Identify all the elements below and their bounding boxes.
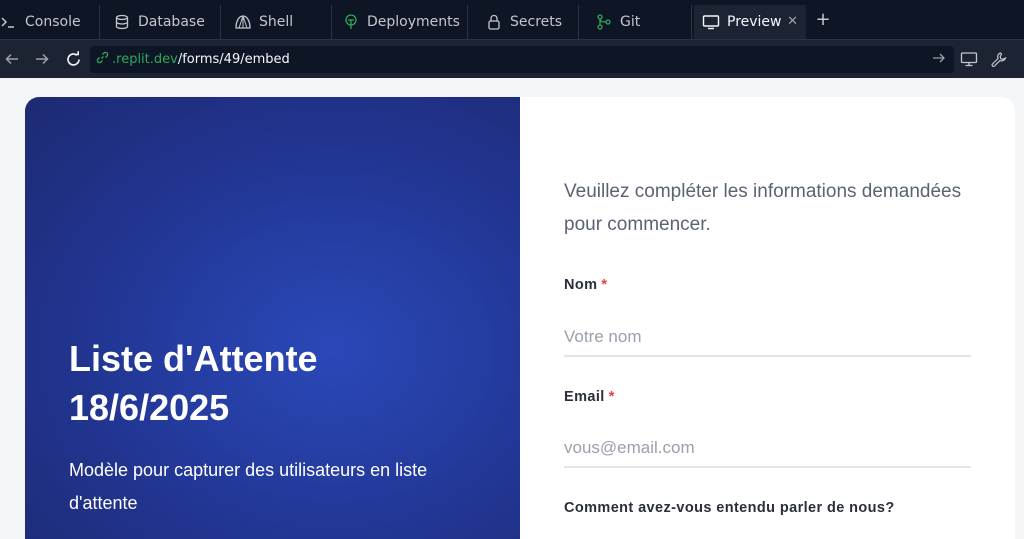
database-icon (113, 13, 131, 31)
email-input[interactable] (564, 430, 971, 468)
tab-secrets[interactable]: Secrets (469, 5, 579, 39)
tab-deployments[interactable]: Deployments (333, 5, 468, 39)
hero-panel: Liste d'Attente 18/6/2025 Modèle pour ca… (25, 97, 520, 539)
devices-icon[interactable] (960, 50, 978, 68)
console-icon (0, 13, 18, 31)
tab-label: Git (620, 14, 641, 30)
git-icon (595, 13, 613, 31)
url-field[interactable]: .replit.dev /forms/49/embed (90, 46, 954, 73)
preview-address-bar: .replit.dev /forms/49/embed (0, 40, 1024, 118)
new-tab-button[interactable]: + (814, 11, 832, 29)
close-icon[interactable]: ✕ (787, 14, 798, 29)
tab-git[interactable]: Git (580, 5, 692, 39)
forward-arrow-icon[interactable] (33, 50, 51, 68)
url-host: .replit.dev (112, 52, 178, 67)
email-label-text: Email (564, 389, 605, 405)
hero-title-line1: Liste d'Attente (69, 338, 318, 379)
name-label: Nom * (564, 277, 607, 293)
hero-title: Liste d'Attente 18/6/2025 (69, 334, 469, 432)
lock-icon (485, 13, 503, 31)
email-label: Email * (564, 389, 615, 405)
form-intro: Veuillez compléter les informations dema… (564, 181, 962, 235)
name-input[interactable] (564, 319, 971, 357)
back-arrow-icon[interactable] (3, 50, 21, 68)
tab-preview[interactable]: Preview ✕ (694, 5, 806, 39)
tab-database[interactable]: Database (101, 5, 221, 39)
shell-icon (234, 13, 252, 31)
source-label: Comment avez-vous entendu parler de nous… (564, 500, 895, 516)
tab-label: Shell (259, 14, 294, 30)
reload-icon[interactable] (64, 50, 82, 68)
tab-console[interactable]: Console (0, 5, 100, 39)
tab-shell[interactable]: Shell (222, 5, 332, 39)
required-marker: * (608, 389, 615, 405)
waitlist-card: Liste d'Attente 18/6/2025 Modèle pour ca… (25, 97, 1015, 539)
hero-title-line2: 18/6/2025 (69, 387, 230, 428)
devtools-wrench-icon[interactable] (989, 50, 1007, 68)
tab-label: Console (25, 14, 81, 30)
required-marker: * (601, 277, 608, 293)
deployments-icon (342, 13, 360, 31)
waitlist-form: Veuillez compléter les informations dema… (564, 97, 972, 539)
tab-label: Secrets (510, 14, 563, 30)
preview-pane: Liste d'Attente 18/6/2025 Modèle pour ca… (0, 78, 1024, 539)
hero-subtitle: Modèle pour capturer des utilisateurs en… (69, 460, 428, 513)
url-path: /forms/49/embed (177, 52, 290, 67)
tab-label: Deployments (367, 14, 460, 30)
name-label-text: Nom (564, 277, 598, 293)
go-arrow-icon[interactable] (932, 51, 946, 69)
workspace-tab-bar: Console Database Shell Deployments Secre… (0, 0, 1024, 40)
tab-label: Preview (727, 14, 782, 30)
link-icon (96, 51, 109, 68)
tab-label: Database (138, 14, 205, 30)
monitor-icon (702, 13, 720, 31)
